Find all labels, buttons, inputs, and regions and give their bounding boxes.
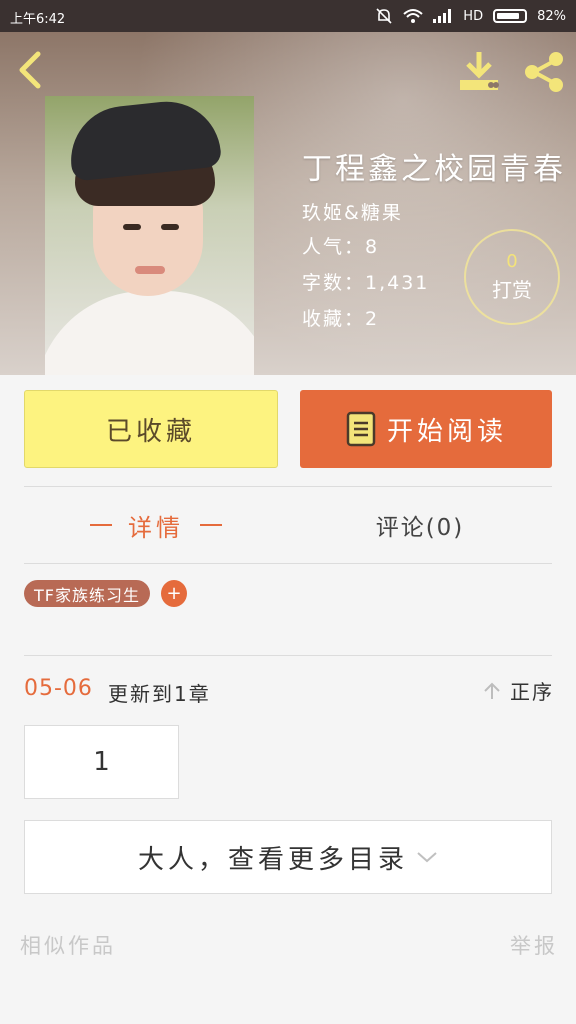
reward-label: 打赏 <box>492 278 532 302</box>
tag-chip[interactable]: TF家族练习生 <box>24 580 150 607</box>
book-word-count: 字数：1,431 <box>302 272 430 294</box>
book-title: 丁程鑫之校园青春 <box>302 152 566 187</box>
book-author: 玖姬&糖果 <box>302 202 403 224</box>
chapter-item[interactable]: 1 <box>24 725 179 799</box>
tab-detail-label: 详情 <box>128 513 184 542</box>
book-icon <box>346 411 376 447</box>
network-type: HD <box>463 8 484 24</box>
start-reading-label: 开始阅读 <box>386 416 507 447</box>
signal-icon <box>433 9 452 23</box>
update-date: 05-06 <box>24 676 93 701</box>
book-cover[interactable] <box>45 96 254 375</box>
sort-label: 正序 <box>510 680 554 704</box>
book-popularity: 人气：8 <box>302 236 380 258</box>
add-tag-button[interactable]: + <box>161 580 187 607</box>
update-text: 更新到1章 <box>108 682 211 706</box>
favorited-label: 已收藏 <box>105 416 196 447</box>
status-icons: HD 82% <box>375 7 566 25</box>
book-header: 丁程鑫之校园青春 玖姬&糖果 人气：8 字数：1,431 收藏：2 0 打赏 <box>0 32 576 375</box>
more-catalog-button[interactable]: 大人，查看更多目录 <box>24 820 552 894</box>
battery-icon <box>493 9 528 23</box>
favorited-button[interactable]: 已收藏 <box>24 390 278 468</box>
status-bar: 上午6:42 HD 82% <box>0 0 576 32</box>
divider <box>24 563 552 564</box>
book-favorites: 收藏：2 <box>302 308 380 330</box>
tag-label: TF家族练习生 <box>34 585 140 605</box>
reward-button[interactable]: 0 打赏 <box>464 229 560 325</box>
sort-button[interactable]: 正序 <box>482 676 554 705</box>
report-link[interactable]: 举报 <box>510 930 558 960</box>
more-catalog-label: 大人，查看更多目录 <box>137 844 408 875</box>
download-icon[interactable] <box>456 50 502 94</box>
back-icon[interactable] <box>14 48 48 92</box>
arrow-up-icon <box>484 682 500 699</box>
chevron-down-icon <box>417 852 437 863</box>
reward-count: 0 <box>506 251 518 272</box>
divider <box>24 655 552 656</box>
tab-comments[interactable]: 评论(0) <box>288 500 552 550</box>
tab-comments-label: 评论(0) <box>375 515 465 541</box>
similar-works-heading: 相似作品 <box>20 934 116 958</box>
tab-detail[interactable]: 详情 <box>24 500 288 550</box>
wifi-icon <box>403 9 423 23</box>
divider <box>24 486 552 487</box>
battery-level: 82% <box>537 8 566 24</box>
mute-icon <box>376 8 392 24</box>
start-reading-button[interactable]: 开始阅读 <box>300 390 552 468</box>
chapter-number: 1 <box>93 747 110 777</box>
share-icon[interactable] <box>522 50 566 94</box>
status-time: 上午6:42 <box>10 12 66 27</box>
